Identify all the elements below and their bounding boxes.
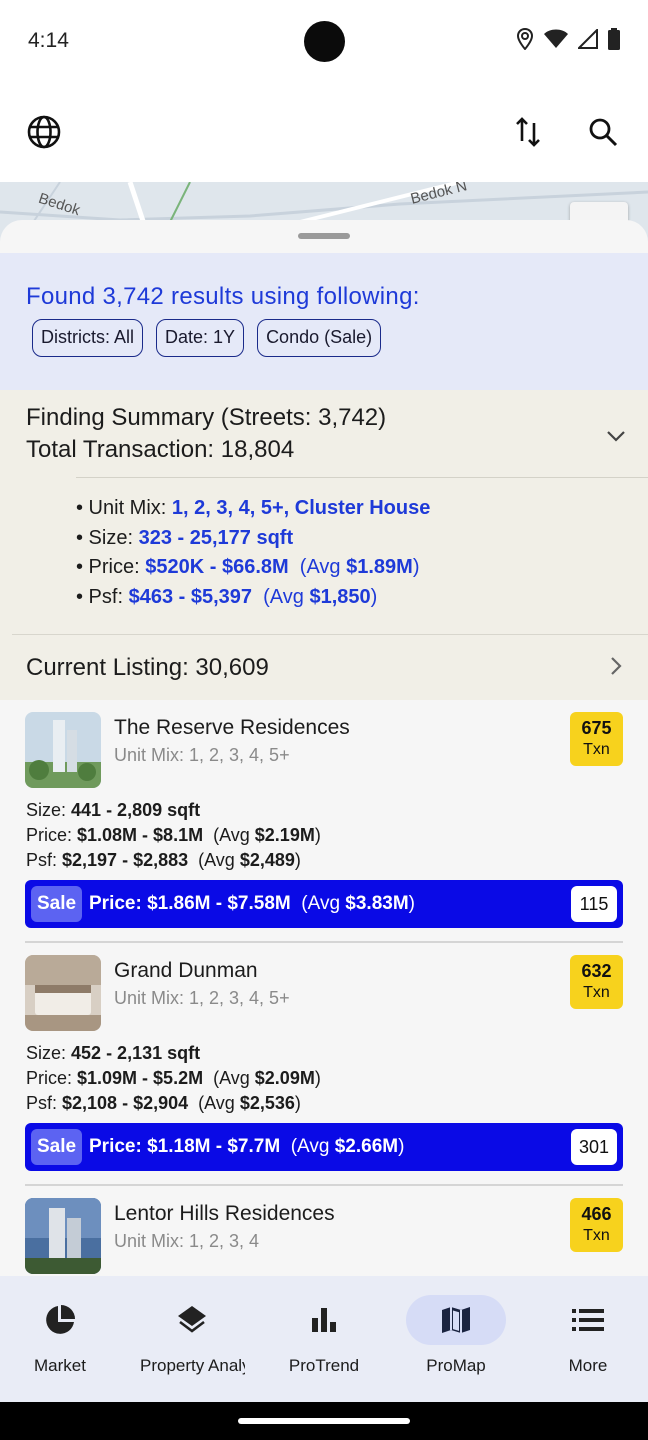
map-icon [406,1295,506,1345]
summary-total-transaction: Total Transaction: 18,804 [26,436,295,463]
transaction-badge: 466 Txn [570,1198,623,1252]
status-bar: 4:14 [0,0,648,84]
transaction-count: 466 [581,1204,612,1224]
project-card[interactable]: Lentor Hills Residences Unit Mix: 1, 2, … [0,1186,648,1276]
search-button[interactable] [579,108,627,156]
project-name: Lentor Hills Residences [114,1202,335,1225]
transaction-label: Txn [583,984,610,1001]
layers-icon [142,1295,242,1345]
results-count-title: Found 3,742 results using following: [26,283,420,310]
nav-item-property-analysis[interactable]: Property Analysis [127,1276,257,1402]
current-listing-link[interactable]: Current Listing: 30,609 [26,654,269,682]
filter-chips: Districts: All Date: 1Y Condo (Sale) [32,319,382,357]
project-unit-mix: Unit Mix: 1, 2, 3, 4 [114,1231,260,1251]
transaction-badge: 632 Txn [570,955,623,1009]
wifi-icon [544,29,568,48]
project-price: Price: $1.09M - $5.2M (Avg $2.09M) [26,1068,321,1088]
nav-label: ProTrend [288,1356,360,1375]
project-psf: Psf: $2,197 - $2,883 (Avg $2,489) [26,850,301,870]
battery-icon [608,28,620,50]
chevron-right-icon[interactable] [604,654,628,678]
filter-chip-districts[interactable]: Districts: All [32,319,144,357]
project-thumbnail [25,712,101,788]
results-sheet: Found 3,742 results using following: Dis… [0,220,648,1276]
summary-price: • Price: $520K - $66.8M (Avg $1.89M) [76,556,420,578]
bottom-navigation: Market Property Analysis ProTrend [0,1276,648,1402]
status-icons [516,28,620,50]
nav-item-market[interactable]: Market [0,1276,125,1402]
filter-chip-property-type[interactable]: Condo (Sale) [257,319,382,357]
summary-size: • Size: 323 - 25,177 sqft [76,526,294,549]
nav-item-more[interactable]: More [523,1276,648,1402]
nav-label: More [568,1356,608,1375]
nav-item-promap[interactable]: ProMap [391,1276,521,1402]
project-name: The Reserve Residences [114,716,350,739]
transaction-label: Txn [583,1227,610,1244]
sale-price-range: Price: $1.86M - $7.58M (Avg $3.83M) [89,893,415,914]
sale-listing-count: 301 [571,1129,617,1165]
sale-listing-bar[interactable]: Sale Price: $1.18M - $7.7M (Avg $2.66M) … [25,1123,623,1171]
search-results-header: Found 3,742 results using following: Dis… [0,253,648,390]
project-unit-mix: Unit Mix: 1, 2, 3, 4, 5+ [114,745,290,765]
camera-cutout [304,21,345,62]
signal-icon [578,29,598,49]
summary-unit-mix: • Unit Mix: 1, 2, 3, 4, 5+, Cluster Hous… [76,497,431,519]
project-psf: Psf: $2,108 - $2,904 (Avg $2,536) [26,1093,301,1113]
divider [12,634,648,635]
transaction-label: Txn [583,741,610,758]
project-list: The Reserve Residences Unit Mix: 1, 2, 3… [0,700,648,1276]
location-icon [516,28,534,50]
nav-label: Property Analysis [140,1356,245,1375]
nav-label: Market [34,1356,86,1375]
globe-icon [27,115,61,149]
finding-summary[interactable]: Finding Summary (Streets: 3,742) Total T… [0,390,648,700]
app-bar [0,84,648,182]
nav-label: ProMap [426,1356,486,1375]
project-size: Size: 441 - 2,809 sqft [26,800,201,820]
sale-listing-count: 115 [571,886,617,922]
summary-details: • Unit Mix: 1, 2, 3, 4, 5+, Cluster Hous… [76,494,430,612]
project-name: Grand Dunman [114,959,258,982]
bar-chart-icon [274,1295,374,1345]
nav-item-protrend[interactable]: ProTrend [259,1276,389,1402]
transaction-count: 675 [581,718,612,738]
project-stats: Size: 441 - 2,809 sqft Price: $1.08M - $… [26,798,321,873]
sale-tag: Sale [31,886,83,922]
sale-tag: Sale [31,1129,83,1165]
filter-chip-date[interactable]: Date: 1Y [156,319,245,357]
transaction-badge: 675 Txn [570,712,623,766]
project-size: Size: 452 - 2,131 sqft [26,1043,201,1063]
pie-chart-icon [10,1295,110,1345]
divider [76,477,648,478]
gesture-area [0,1402,648,1440]
project-thumbnail [25,955,101,1031]
sort-button[interactable] [504,108,552,156]
status-time: 4:14 [28,29,69,52]
list-icon [538,1295,638,1345]
project-thumbnail [25,1198,101,1274]
project-price: Price: $1.08M - $8.1M (Avg $2.19M) [26,825,321,845]
swap-vertical-icon [516,117,540,147]
language-button[interactable] [20,108,68,156]
sale-listing-bar[interactable]: Sale Price: $1.86M - $7.58M (Avg $3.83M)… [25,880,623,928]
project-stats: Size: 452 - 2,131 sqft Price: $1.09M - $… [26,1041,321,1116]
project-unit-mix: Unit Mix: 1, 2, 3, 4, 5+ [114,988,290,1008]
summary-psf: • Psf: $463 - $5,397 (Avg $1,850) [76,585,378,608]
transaction-count: 632 [581,961,612,981]
sheet-drag-handle[interactable] [298,233,350,239]
project-card[interactable]: The Reserve Residences Unit Mix: 1, 2, 3… [0,700,648,943]
chevron-down-icon[interactable] [604,424,628,448]
home-gesture-bar[interactable] [238,1418,410,1424]
summary-streets: Finding Summary (Streets: 3,742) [26,404,387,431]
sale-price-range: Price: $1.18M - $7.7M (Avg $2.66M) [89,1136,405,1157]
project-card[interactable]: Grand Dunman Unit Mix: 1, 2, 3, 4, 5+ 63… [0,943,648,1186]
search-icon [589,118,618,147]
